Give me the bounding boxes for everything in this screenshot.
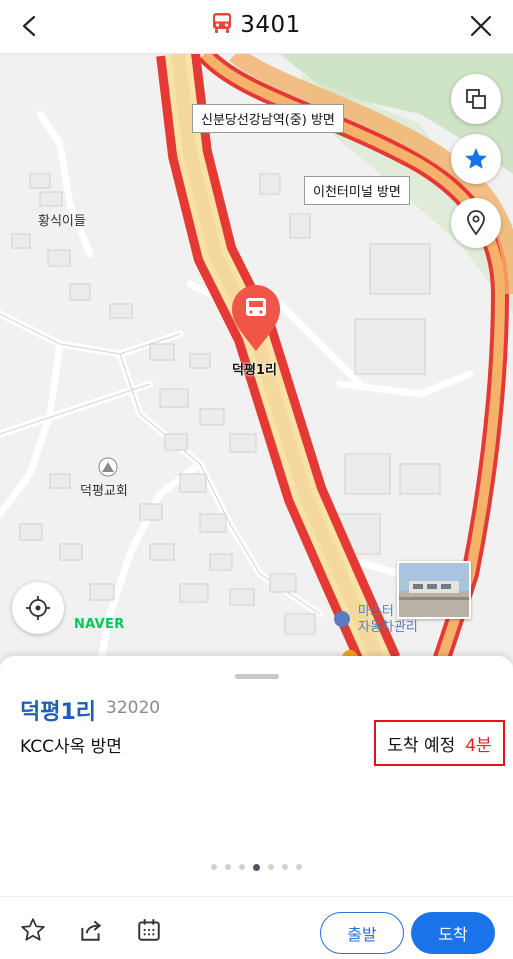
route-number: 3401 — [240, 12, 301, 38]
bottom-action-bar: 출발 도착 — [0, 896, 513, 959]
layers-icon — [466, 89, 486, 109]
page-dot[interactable] — [296, 864, 302, 870]
map-view[interactable]: 신분당선강남역(중) 방면 이천터미널 방면 황식이들 덕평교회 마스터 자동차… — [0, 54, 513, 664]
stop-marker-label: 덕평1리 — [232, 363, 277, 378]
favorite-button[interactable] — [18, 915, 48, 945]
arrival-info: 도착 예정 4분 — [374, 720, 505, 766]
share-button[interactable] — [76, 915, 106, 945]
place-label-master-line1: 마스터 — [358, 604, 394, 619]
page-dot-active[interactable] — [253, 863, 260, 871]
sheet-drag-handle[interactable] — [235, 674, 279, 679]
depart-button[interactable]: 출발 — [320, 912, 404, 954]
share-icon — [81, 920, 102, 941]
page-dot[interactable] — [268, 864, 274, 870]
street-view-image — [399, 563, 469, 617]
schedule-button[interactable] — [134, 915, 164, 945]
place-label-hwangsik: 황식이들 — [38, 214, 86, 229]
star-icon — [465, 148, 487, 169]
bus-icon — [212, 12, 232, 38]
star-outline-icon — [21, 918, 45, 941]
page-dot[interactable] — [225, 864, 231, 870]
close-button[interactable] — [461, 6, 501, 46]
stop-direction: KCC사옥 방면 — [20, 737, 122, 757]
stop-name: 덕평1리 — [20, 700, 97, 725]
stop-id: 32020 — [106, 698, 161, 718]
page-dot[interactable] — [239, 864, 245, 870]
street-view-thumbnail[interactable] — [397, 561, 471, 619]
direction-callout-south: 이천터미널 방면 — [304, 176, 410, 205]
place-label-master-line2: 자동차관리 — [358, 620, 418, 635]
calendar-icon — [138, 919, 160, 941]
direction-callout-north: 신분당선강남역(중) 방면 — [192, 104, 344, 133]
arrive-button[interactable]: 도착 — [411, 912, 495, 954]
favorite-map-button[interactable] — [451, 134, 501, 184]
page-dot[interactable] — [282, 864, 288, 870]
naver-logo: NAVER — [74, 617, 125, 632]
page-dot[interactable] — [211, 864, 217, 870]
arrival-label: 도착 예정 — [387, 735, 456, 756]
route-title: 3401 — [0, 0, 513, 50]
top-bar: 3401 — [0, 0, 513, 54]
layers-button[interactable] — [451, 74, 501, 124]
place-label-church: 덕평교회 — [80, 484, 128, 499]
place-pin-icon — [467, 210, 485, 236]
locate-icon — [26, 596, 50, 620]
place-pin-button[interactable] — [451, 198, 501, 248]
arrival-time: 4분 — [465, 735, 492, 756]
page-indicator — [0, 863, 513, 871]
close-icon — [470, 15, 492, 37]
my-location-button[interactable] — [12, 582, 64, 634]
